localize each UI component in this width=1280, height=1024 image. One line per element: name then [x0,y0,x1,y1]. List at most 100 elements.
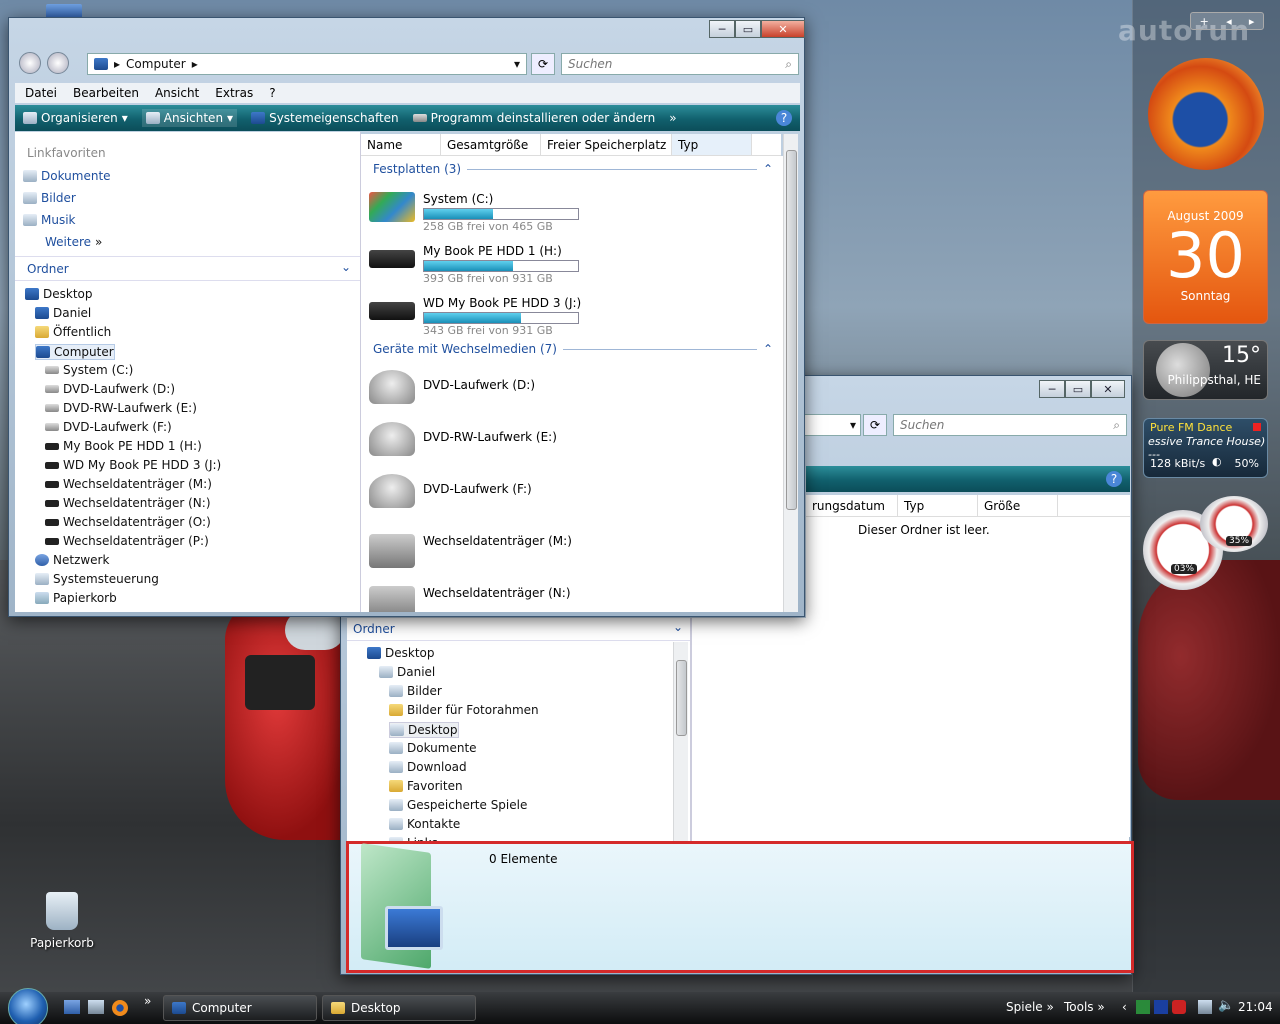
address-dropdown[interactable]: ▾ [801,414,861,436]
tree-item[interactable]: Daniel [35,306,91,320]
tree-item[interactable]: Favoriten [389,779,463,793]
tree-item[interactable]: DVD-Laufwerk (F:) [45,420,172,434]
tree-item[interactable]: Bilder [389,684,442,698]
removable-item[interactable]: DVD-Laufwerk (D:) [369,370,535,404]
radio-gadget[interactable]: Pure FM Dance essive Trance House) --- 1… [1143,418,1268,478]
firefox-icon[interactable] [112,1000,128,1016]
wd-tray-icon[interactable] [1154,1000,1168,1014]
tree-item[interactable]: Download [389,760,467,774]
minimize-button[interactable]: ─ [709,20,735,38]
weather-gadget[interactable]: 15° Philippsthal, HE [1143,340,1268,400]
tree-item[interactable]: System (C:) [45,363,133,377]
taskbar-desktop[interactable]: Desktop [322,995,476,1021]
help-icon[interactable]: ? [1106,471,1122,487]
tree-item[interactable]: DVD-RW-Laufwerk (E:) [45,401,197,415]
tree-item[interactable]: DVD-Laufwerk (D:) [45,382,175,396]
search-input[interactable]: Suchen ⌕ [561,53,799,75]
tree-item[interactable]: Kontakte [389,817,460,831]
tree-item[interactable]: Desktop [367,646,435,660]
quicklaunch-more-icon[interactable]: » [144,994,151,1008]
uninstall-program-button[interactable]: Programm deinstallieren oder ändern [412,111,655,125]
tree-item[interactable]: Öffentlich [35,325,111,339]
favorite-more[interactable]: Weitere» [45,235,102,249]
tree-item[interactable]: Systemsteuerung [35,572,159,586]
tree-item[interactable]: Daniel [379,665,435,679]
firefox-clock-icon[interactable] [1148,58,1264,170]
views-button[interactable]: Ansichten ▾ [141,109,238,127]
address-bar[interactable]: ▸ Computer ▸ ▾ [87,53,527,75]
menu-ansicht[interactable]: Ansicht [155,86,199,100]
favorite-dokumente[interactable]: Dokumente [23,169,111,183]
col-name[interactable]: Name [361,134,441,155]
col-free[interactable]: Freier Speicherplatz [541,134,672,155]
organize-button[interactable]: Organisieren ▾ [23,111,128,125]
removable-item[interactable]: Wechseldatenträger (N:) [369,578,571,612]
tree-item[interactable]: My Book PE HDD 1 (H:) [45,439,202,453]
switch-windows-icon[interactable] [88,1000,104,1014]
show-desktop-icon[interactable] [64,1000,80,1014]
folders-header[interactable]: Ordner [27,262,69,276]
col-type[interactable]: Typ [898,495,978,516]
tree-item[interactable]: Gespeicherte Spiele [389,798,527,812]
maximize-button[interactable]: ▭ [735,20,761,38]
menu-datei[interactable]: Datei [25,86,57,100]
volume-icon[interactable]: ◐ [1212,455,1222,468]
security-tray-icon[interactable] [1172,1000,1186,1014]
col-type[interactable]: Typ [672,134,752,155]
record-icon[interactable] [1253,423,1261,431]
scrollbar[interactable] [673,642,688,842]
tree-item[interactable]: Bilder für Fotorahmen [389,703,539,717]
col-size[interactable]: Größe [978,495,1058,516]
file-list[interactable]: Festplatten (3) ⌃ Geräte mit Wechselmedie… [361,156,783,612]
drive-item[interactable]: System (C:) 258 GB frei von 465 GB [369,192,579,233]
system-properties-button[interactable]: Systemeigenschaften [251,111,399,125]
col-total[interactable]: Gesamtgröße [441,134,541,155]
folder-tree[interactable]: Ordner ⌄ Desktop Daniel Bilder Bilder für F… [347,618,691,842]
favorite-bilder[interactable]: Bilder [23,191,76,205]
nvidia-tray-icon[interactable] [1136,1000,1150,1014]
clock[interactable]: 21:04 [1238,1000,1273,1014]
search-input[interactable]: Suchen ⌕ [893,414,1127,436]
tree-item[interactable]: Wechseldatenträger (O:) [45,515,211,529]
more-commands-button[interactable]: » [669,111,676,125]
scrollbar[interactable] [783,134,798,612]
tree-item[interactable]: Computer [35,344,115,360]
tree-item[interactable]: Papierkorb [35,591,117,605]
tree-item[interactable]: Wechseldatenträger (N:) [45,496,211,510]
close-button[interactable]: ✕ [1091,380,1125,398]
menu-bearbeiten[interactable]: Bearbeiten [73,86,139,100]
tree-item[interactable]: Desktop [25,287,93,301]
tree-item[interactable]: WD My Book PE HDD 3 (J:) [45,458,221,472]
forward-button[interactable] [47,52,69,74]
help-icon[interactable]: ? [776,110,792,126]
explorer-window-computer[interactable]: ─ ▭ ✕ ▸ Computer ▸ ▾ ⟳ Suchen ⌕ Datei Bea… [8,17,805,617]
removable-item[interactable]: DVD-Laufwerk (F:) [369,474,532,508]
speaker-tray-icon[interactable]: 🔈 [1218,998,1234,1013]
minimize-button[interactable]: ─ [1039,380,1065,398]
chevron-down-icon[interactable]: ⌄ [341,260,351,274]
tree-item[interactable]: Wechseldatenträger (P:) [45,534,209,548]
folders-header[interactable]: Ordner [353,622,395,636]
refresh-icon[interactable]: ⟳ [531,53,555,75]
close-button[interactable]: ✕ [761,20,805,38]
calendar-gadget[interactable]: August 2009 30 Sonntag [1143,190,1268,324]
toolbar-spiele[interactable]: Spiele » [1006,1000,1054,1014]
chevron-down-icon[interactable]: ⌄ [673,620,683,634]
memory-meter-gauge[interactable]: 35% [1200,496,1268,552]
favorite-musik[interactable]: Musik [23,213,76,227]
col-date[interactable]: rungsdatum [806,495,898,516]
tree-item[interactable]: Desktop [389,722,459,738]
tray-expand-icon[interactable]: ‹ [1122,1000,1127,1014]
refresh-icon[interactable]: ⟳ [863,414,887,436]
group-removable[interactable]: Geräte mit Wechselmedien (7) ⌃ [373,342,773,356]
drive-item[interactable]: WD My Book PE HDD 3 (J:) 343 GB frei von … [369,296,581,337]
network-tray-icon[interactable] [1198,1000,1212,1014]
taskbar-computer[interactable]: Computer [163,995,317,1021]
toolbar-tools[interactable]: Tools » [1064,1000,1105,1014]
start-button[interactable] [8,988,48,1024]
back-button[interactable] [19,52,41,74]
removable-item[interactable]: Wechseldatenträger (M:) [369,526,572,568]
menu-help[interactable]: ? [269,86,275,100]
tree-item[interactable]: Dokumente [389,741,477,755]
tree-item[interactable]: Wechseldatenträger (M:) [45,477,212,491]
